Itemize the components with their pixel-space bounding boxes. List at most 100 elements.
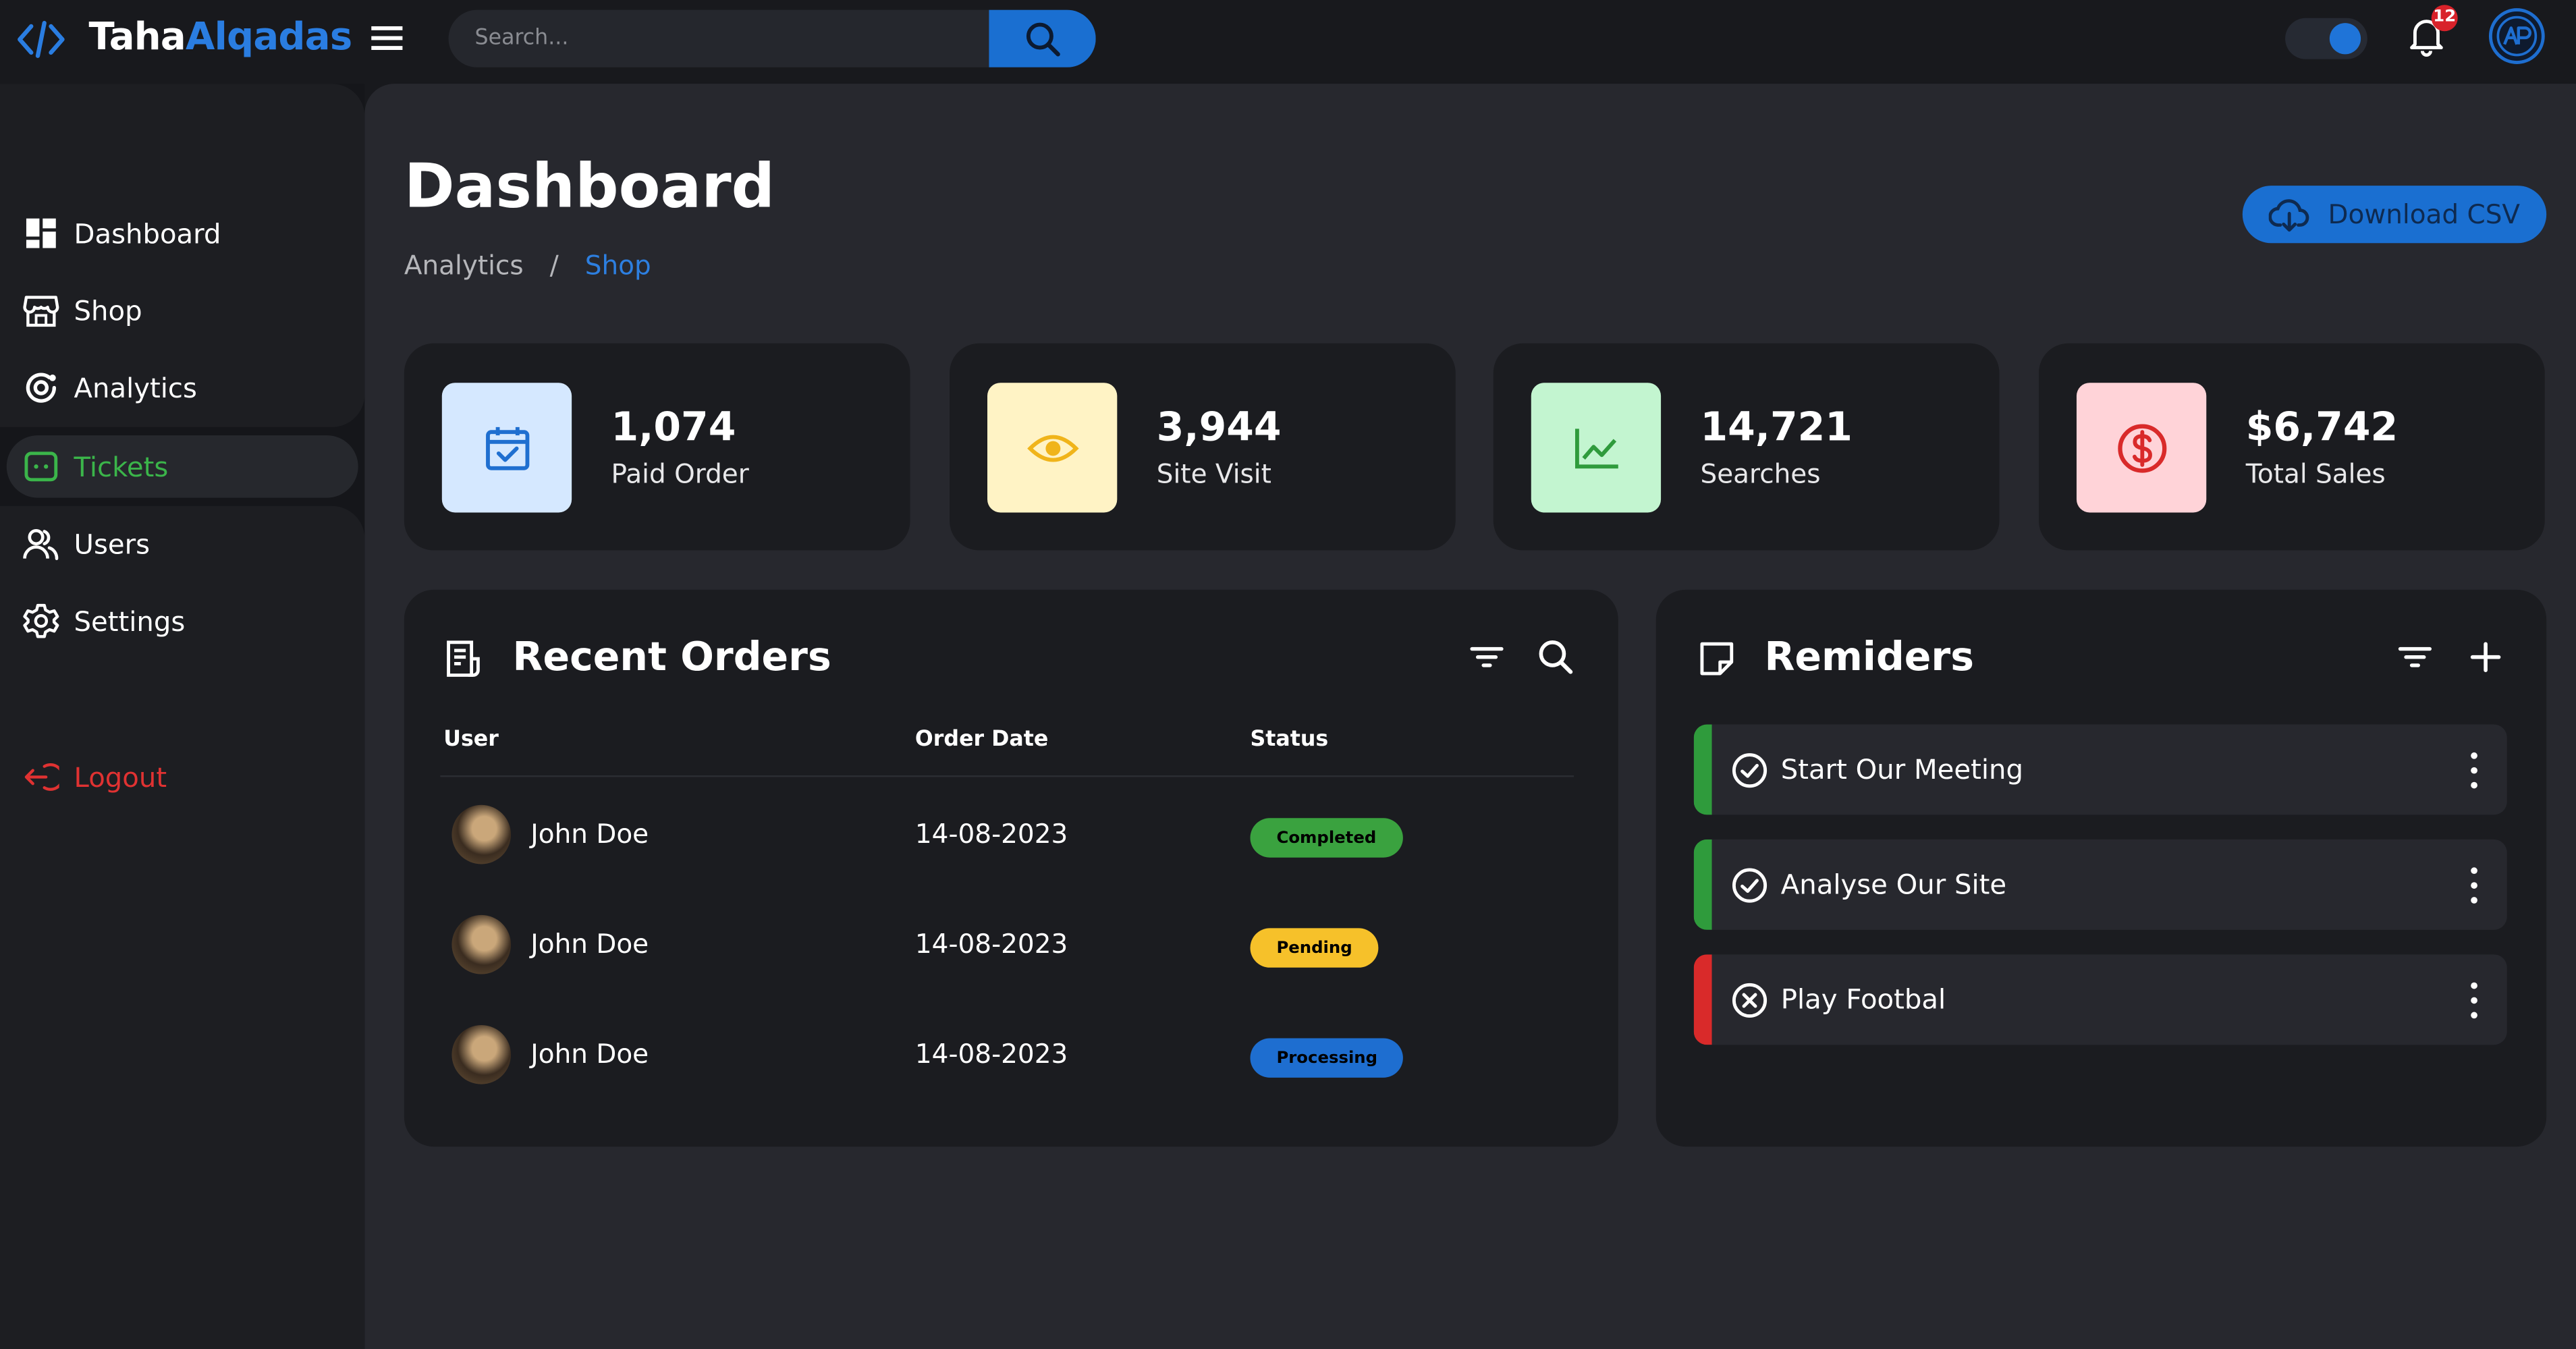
sidebar-item-label: Tickets xyxy=(74,451,169,483)
reminder-text: Analyse Our Site xyxy=(1780,869,2007,900)
reminder-text: Start Our Meeting xyxy=(1780,754,2023,786)
brand-part-2: Alqadas xyxy=(185,16,352,59)
more-options-icon[interactable] xyxy=(2467,752,2480,789)
download-csv-button[interactable]: Download CSV xyxy=(2242,186,2547,244)
search-icon[interactable] xyxy=(1536,638,1575,677)
reminder-item[interactable]: Analyse Our Site xyxy=(1693,839,2507,930)
stat-label: Searches xyxy=(1700,458,1821,490)
check-circle-icon[interactable] xyxy=(1732,752,1768,789)
breadcrumb: Analytics / Shop xyxy=(404,248,651,285)
table-divider xyxy=(440,775,1574,777)
cloud-download-icon xyxy=(2268,198,2309,231)
recent-orders-title: Recent Orders xyxy=(512,634,831,680)
add-icon[interactable] xyxy=(2467,639,2504,676)
shop-icon xyxy=(23,292,59,329)
stat-card-paid-order: 1,074 Paid Order xyxy=(404,343,910,551)
breadcrumb-analytics[interactable]: Analytics xyxy=(404,248,524,285)
ticket-icon xyxy=(23,449,59,485)
stat-label: Site Visit xyxy=(1156,458,1271,490)
sidebar-item-tickets[interactable]: Tickets xyxy=(6,435,358,498)
analytics-icon xyxy=(23,370,59,406)
reminders-title: Remiders xyxy=(1764,634,1975,680)
reminder-text: Play Footbal xyxy=(1780,984,1946,1016)
stat-card-site-visit: 3,944 Site Visit xyxy=(950,343,1456,551)
stat-value: $6,742 xyxy=(2245,404,2399,450)
logout-label: Logout xyxy=(74,761,167,793)
brand-part-1: Taha xyxy=(88,16,186,59)
stat-value: 1,074 xyxy=(611,404,736,450)
page-title: Dashboard xyxy=(404,150,775,222)
table-row[interactable]: John Doe 14-08-2023 Pending xyxy=(440,892,1574,991)
reminder-item[interactable]: Play Footbal xyxy=(1693,954,2507,1045)
column-header-order-date[interactable]: Order Date xyxy=(915,727,1048,752)
status-badge: Processing xyxy=(1250,1038,1404,1078)
search-icon xyxy=(1025,22,1060,56)
column-header-user[interactable]: User xyxy=(443,727,499,752)
theme-toggle[interactable] xyxy=(2285,18,2367,59)
code-logo-icon xyxy=(16,18,65,61)
sidebar-item-analytics[interactable]: Analytics xyxy=(0,356,358,419)
sticky-note-icon xyxy=(1697,639,1736,678)
table-row[interactable]: John Doe 14-08-2023 Completed xyxy=(440,782,1574,881)
stat-value: 14,721 xyxy=(1700,404,1853,450)
sidebar-item-label: Shop xyxy=(74,294,142,327)
filter-icon[interactable] xyxy=(1469,642,1505,672)
reminder-status-bar xyxy=(1693,724,1712,815)
order-date: 14-08-2023 xyxy=(914,818,1068,850)
x-circle-icon[interactable] xyxy=(1732,983,1768,1019)
eye-icon xyxy=(987,383,1118,513)
order-date: 14-08-2023 xyxy=(914,928,1068,960)
menu-icon[interactable] xyxy=(371,23,404,53)
user-name: John Doe xyxy=(530,1038,649,1070)
toggle-knob xyxy=(2329,23,2361,55)
sidebar-item-label: Dashboard xyxy=(74,217,221,249)
user-avatar xyxy=(451,1025,512,1084)
search-input[interactable] xyxy=(448,9,989,67)
reminder-item[interactable]: Start Our Meeting xyxy=(1693,724,2507,815)
breadcrumb-shop[interactable]: Shop xyxy=(585,248,651,285)
sidebar-item-label: Settings xyxy=(74,605,186,637)
stat-value: 3,944 xyxy=(1156,404,1282,450)
sidebar-item-settings[interactable]: Settings xyxy=(0,590,358,653)
sidebar-item-label: Analytics xyxy=(74,372,197,404)
receipt-icon xyxy=(443,639,483,678)
check-circle-icon[interactable] xyxy=(1732,867,1768,904)
status-badge: Completed xyxy=(1250,818,1403,858)
dashboard-icon xyxy=(23,215,59,252)
brand-name[interactable]: TahaAlqadas xyxy=(88,13,352,62)
user-name: John Doe xyxy=(530,928,649,960)
notification-badge: 12 xyxy=(2431,5,2458,32)
avatar[interactable] xyxy=(2488,8,2545,64)
sidebar-item-label: Users xyxy=(74,528,150,559)
dollar-icon xyxy=(2076,383,2207,513)
search-button[interactable] xyxy=(989,9,1096,67)
filter-icon[interactable] xyxy=(2397,642,2434,672)
column-header-status[interactable]: Status xyxy=(1251,727,1329,752)
logout-icon xyxy=(23,759,59,796)
stat-card-total-sales: $6,742 Total Sales xyxy=(2038,343,2545,551)
table-row[interactable]: John Doe 14-08-2023 Processing xyxy=(440,1002,1574,1101)
download-csv-label: Download CSV xyxy=(2328,198,2521,230)
sidebar-item-users[interactable]: Users xyxy=(0,513,358,576)
user-avatar xyxy=(451,804,512,864)
sidebar-item-shop[interactable]: Shop xyxy=(0,279,358,342)
reminder-status-bar xyxy=(1693,839,1712,930)
order-date: 14-08-2023 xyxy=(914,1038,1068,1070)
sidebar-item-dashboard[interactable]: Dashboard xyxy=(0,202,358,265)
stat-label: Paid Order xyxy=(611,458,749,490)
logout-button[interactable]: Logout xyxy=(0,746,358,808)
users-icon xyxy=(23,526,59,562)
sidebar xyxy=(0,84,365,1349)
user-name: John Doe xyxy=(530,818,649,850)
breadcrumb-separator: / xyxy=(549,250,559,281)
calendar-check-icon xyxy=(441,383,572,513)
gear-icon xyxy=(23,603,59,639)
stat-label: Total Sales xyxy=(2245,458,2386,490)
search-bar xyxy=(448,9,1096,67)
reminder-status-bar xyxy=(1693,954,1712,1045)
user-avatar xyxy=(451,914,512,974)
more-options-icon[interactable] xyxy=(2467,867,2480,904)
status-badge: Pending xyxy=(1250,928,1379,968)
stat-card-searches: 14,721 Searches xyxy=(1493,343,2000,551)
more-options-icon[interactable] xyxy=(2467,982,2480,1019)
